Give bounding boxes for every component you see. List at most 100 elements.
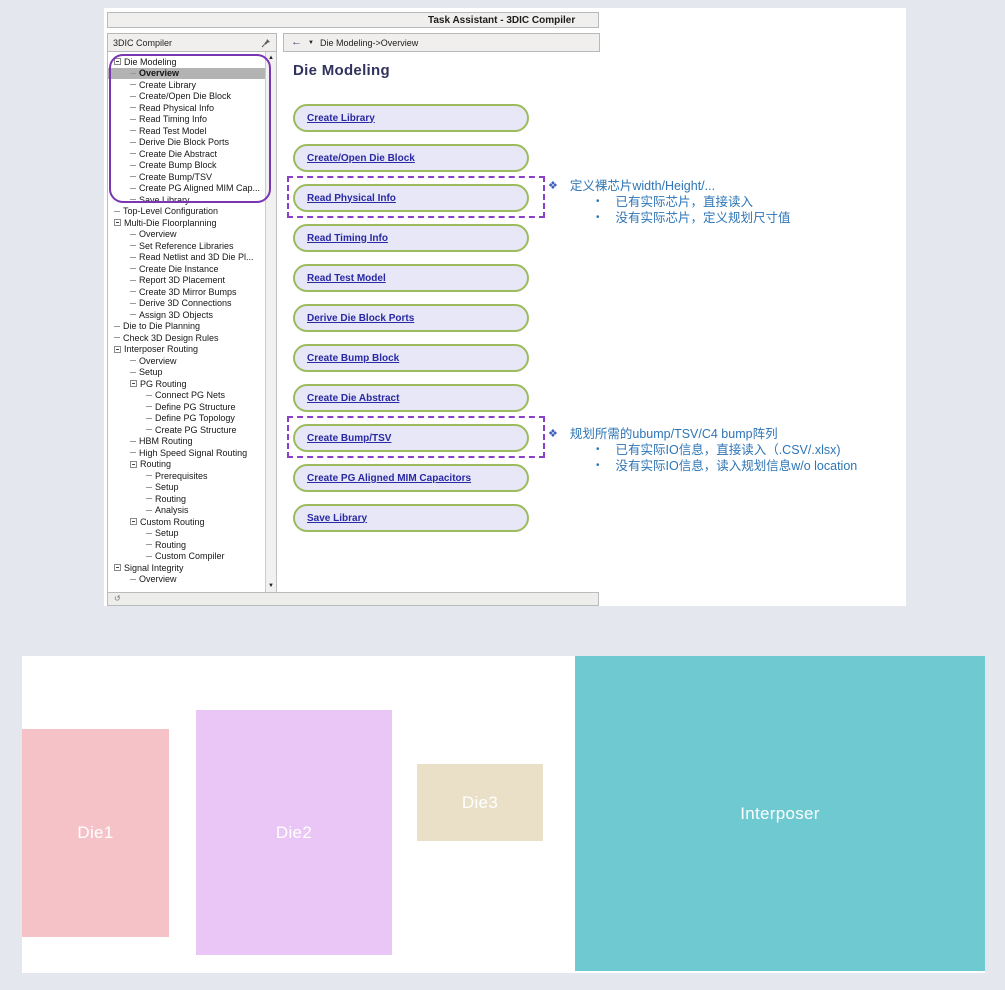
expand-collapse-icon[interactable] <box>130 380 137 387</box>
tree-item-create-die-abstract[interactable]: Create Die Abstract <box>108 148 265 160</box>
annotation-note-2: ❖ 规划所需的ubump/TSV/C4 bump阵列 • 已有实际IO信息，直接… <box>548 426 1005 474</box>
tree-item-routing[interactable]: Routing <box>108 459 265 471</box>
tree-item-define-pg-topology[interactable]: Define PG Topology <box>108 413 265 425</box>
tree-connector <box>130 165 136 166</box>
tree-item-pg-routing[interactable]: PG Routing <box>108 378 265 390</box>
tree-item-setup[interactable]: Setup <box>108 367 265 379</box>
tree-item-report-3d-placement[interactable]: Report 3D Placement <box>108 275 265 287</box>
tree-connector <box>130 153 136 154</box>
tree-item-top-level-configuration[interactable]: Top-Level Configuration <box>108 206 265 218</box>
task-button-create-die-abstract[interactable]: Create Die Abstract <box>293 384 529 412</box>
tree-item-define-pg-structure[interactable]: Define PG Structure <box>108 401 265 413</box>
task-button-create-library[interactable]: Create Library <box>293 104 529 132</box>
tree-item-setup[interactable]: Setup <box>108 528 265 540</box>
tree-item-create-die-instance[interactable]: Create Die Instance <box>108 263 265 275</box>
tree-item-read-test-model[interactable]: Read Test Model <box>108 125 265 137</box>
tree-item-set-reference-libraries[interactable]: Set Reference Libraries <box>108 240 265 252</box>
task-button-save-library[interactable]: Save Library <box>293 504 529 532</box>
task-button-label: Create PG Aligned MIM Capacitors <box>307 473 471 484</box>
tree-item-create-open-die-block[interactable]: Create/Open Die Block <box>108 91 265 103</box>
expand-collapse-icon[interactable] <box>130 461 137 468</box>
navigation-tree: Die ModelingOverviewCreate LibraryCreate… <box>107 52 277 592</box>
tree-item-label: Multi-Die Floorplanning <box>124 218 217 228</box>
scroll-down-icon[interactable]: ▼ <box>266 582 276 590</box>
tree-item-signal-integrity[interactable]: Signal Integrity <box>108 562 265 574</box>
tree-item-overview[interactable]: Overview <box>108 229 265 241</box>
bullet-icon: • <box>596 194 600 210</box>
tree-item-overview[interactable]: Overview <box>108 68 265 80</box>
task-button-create-pg-aligned-mim-capacitors[interactable]: Create PG Aligned MIM Capacitors <box>293 464 529 492</box>
tree-item-read-physical-info[interactable]: Read Physical Info <box>108 102 265 114</box>
tree-item-overview[interactable]: Overview <box>108 355 265 367</box>
tree-item-create-library[interactable]: Create Library <box>108 79 265 91</box>
note-title: 规划所需的ubump/TSV/C4 bump阵列 <box>570 426 778 442</box>
task-button-create-bump-tsv[interactable]: Create Bump/TSV <box>293 424 529 452</box>
tree-item-label: Setup <box>155 482 179 492</box>
tree-item-label: Setup <box>139 367 163 377</box>
tree-connector <box>130 579 136 580</box>
expand-collapse-icon[interactable] <box>114 564 121 571</box>
tree-item-overview[interactable]: Overview <box>108 574 265 586</box>
tree-item-label: Overview <box>139 68 179 78</box>
task-button-label: Read Physical Info <box>307 193 396 204</box>
tree-item-create-3d-mirror-bumps[interactable]: Create 3D Mirror Bumps <box>108 286 265 298</box>
tree-scrollbar[interactable]: ▲ ▼ <box>265 52 276 592</box>
tree-item-prerequisites[interactable]: Prerequisites <box>108 470 265 482</box>
tree-item-multi-die-floorplanning[interactable]: Multi-Die Floorplanning <box>108 217 265 229</box>
tree-item-derive-die-block-ports[interactable]: Derive Die Block Ports <box>108 137 265 149</box>
tree-item-label: Create Library <box>139 80 196 90</box>
tree-connector <box>130 245 136 246</box>
tree-connector <box>114 326 120 327</box>
tree-item-die-to-die-planning[interactable]: Die to Die Planning <box>108 321 265 333</box>
tree-connector <box>130 142 136 143</box>
expand-collapse-icon[interactable] <box>114 219 121 226</box>
tree-item-interposer-routing[interactable]: Interposer Routing <box>108 344 265 356</box>
tree-item-assign-3d-objects[interactable]: Assign 3D Objects <box>108 309 265 321</box>
tree-item-derive-3d-connections[interactable]: Derive 3D Connections <box>108 298 265 310</box>
chevron-down-icon[interactable]: ▼ <box>308 40 314 46</box>
tree-item-label: Create Bump Block <box>139 160 217 170</box>
breadcrumb-path: Die Modeling->Overview <box>320 38 418 48</box>
tree-item-create-bump-tsv[interactable]: Create Bump/TSV <box>108 171 265 183</box>
task-button-create-open-die-block[interactable]: Create/Open Die Block <box>293 144 529 172</box>
expand-collapse-icon[interactable] <box>114 58 121 65</box>
task-button-read-timing-info[interactable]: Read Timing Info <box>293 224 529 252</box>
tree-connector <box>146 487 152 488</box>
tree-item-custom-routing[interactable]: Custom Routing <box>108 516 265 528</box>
tree-item-custom-compiler[interactable]: Custom Compiler <box>108 551 265 563</box>
tree-connector <box>130 268 136 269</box>
tree-item-hbm-routing[interactable]: HBM Routing <box>108 436 265 448</box>
tree-item-die-modeling[interactable]: Die Modeling <box>108 56 265 68</box>
task-button-derive-die-block-ports[interactable]: Derive Die Block Ports <box>293 304 529 332</box>
tree-item-label: PG Routing <box>140 379 187 389</box>
tree-item-check-3d-design-rules[interactable]: Check 3D Design Rules <box>108 332 265 344</box>
tree-item-read-netlist-and-3d-die-pl[interactable]: Read Netlist and 3D Die Pl... <box>108 252 265 264</box>
interposer-block: Interposer <box>575 656 985 971</box>
expand-collapse-icon[interactable] <box>130 518 137 525</box>
task-button-read-test-model[interactable]: Read Test Model <box>293 264 529 292</box>
interposer-label: Interposer <box>740 804 820 824</box>
scroll-up-icon[interactable]: ▲ <box>266 54 276 62</box>
task-button-create-bump-block[interactable]: Create Bump Block <box>293 344 529 372</box>
tree-item-connect-pg-nets[interactable]: Connect PG Nets <box>108 390 265 402</box>
refresh-icon[interactable]: ↺ <box>114 595 121 603</box>
tree-item-label: Read Timing Info <box>139 114 207 124</box>
back-arrow-icon[interactable]: ← <box>291 37 302 48</box>
pin-icon[interactable] <box>261 38 271 48</box>
tree-item-read-timing-info[interactable]: Read Timing Info <box>108 114 265 126</box>
tree-item-routing[interactable]: Routing <box>108 493 265 505</box>
die1-label: Die1 <box>77 823 113 843</box>
task-button-label: Create Bump Block <box>307 353 399 364</box>
tree-item-routing[interactable]: Routing <box>108 539 265 551</box>
tree-connector <box>146 544 152 545</box>
tree-item-save-library[interactable]: Save Library <box>108 194 265 206</box>
die3-block: Die3 <box>417 764 543 841</box>
tree-item-create-pg-aligned-mim-cap[interactable]: Create PG Aligned MIM Cap... <box>108 183 265 195</box>
tree-item-create-pg-structure[interactable]: Create PG Structure <box>108 424 265 436</box>
tree-item-setup[interactable]: Setup <box>108 482 265 494</box>
tree-item-high-speed-signal-routing[interactable]: High Speed Signal Routing <box>108 447 265 459</box>
expand-collapse-icon[interactable] <box>114 346 121 353</box>
tree-item-create-bump-block[interactable]: Create Bump Block <box>108 160 265 172</box>
tree-item-analysis[interactable]: Analysis <box>108 505 265 517</box>
task-button-read-physical-info[interactable]: Read Physical Info <box>293 184 529 212</box>
